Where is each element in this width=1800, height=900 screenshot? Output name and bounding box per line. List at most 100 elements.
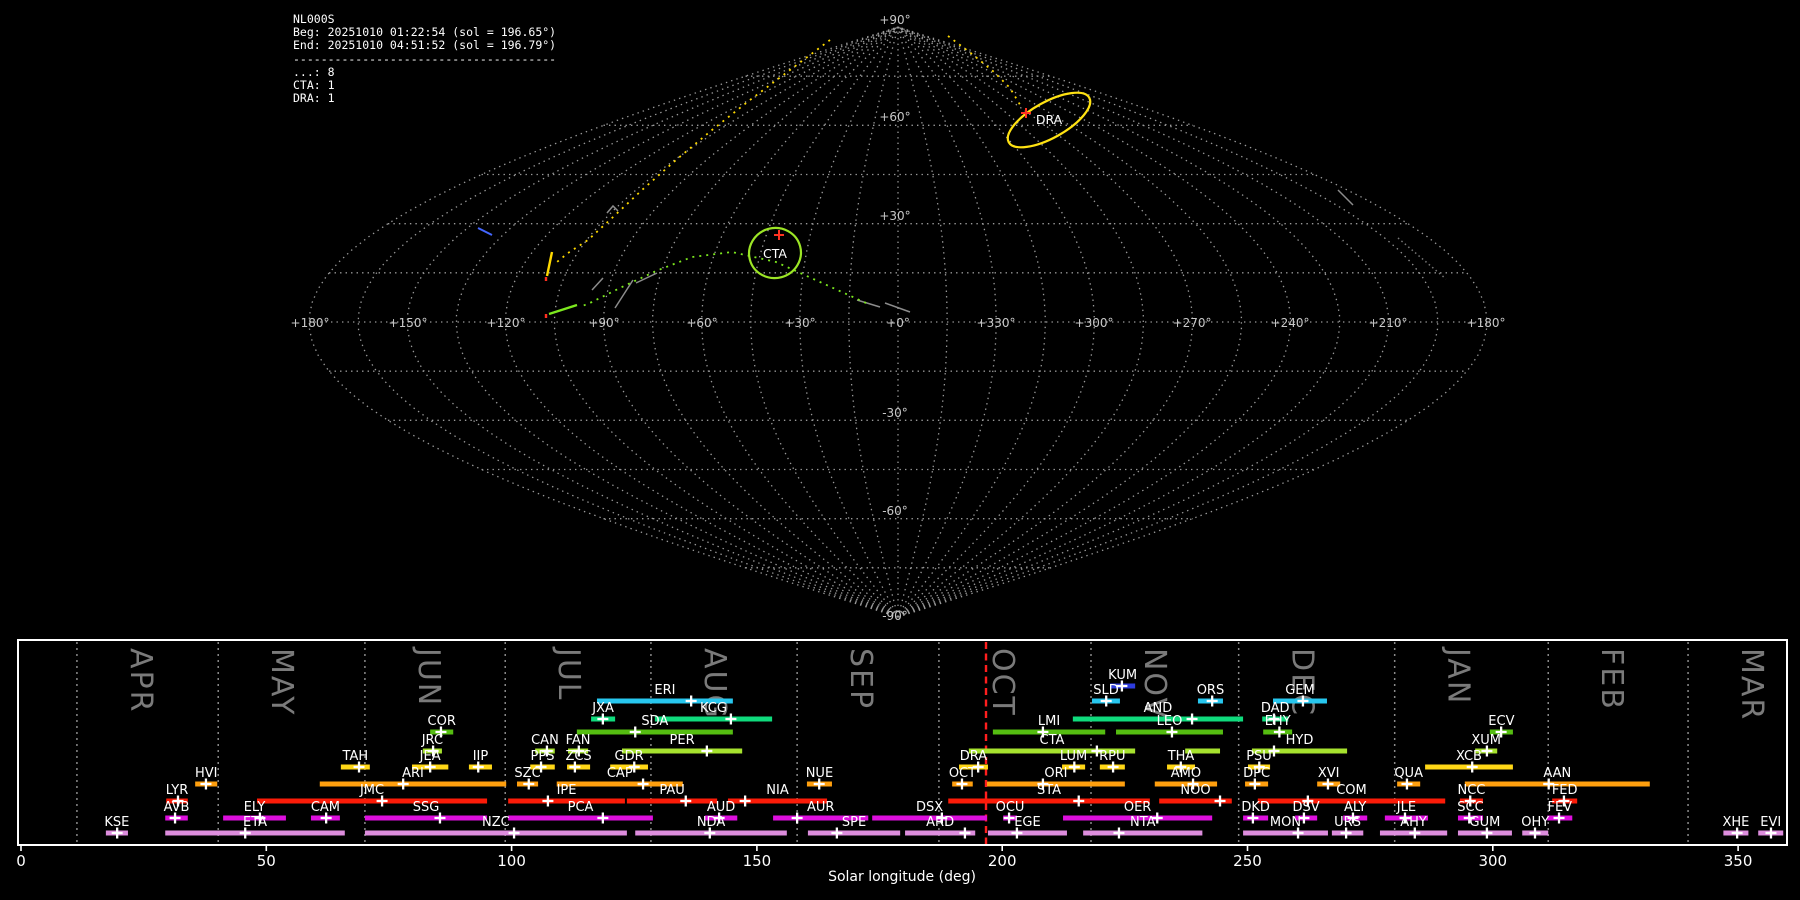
- shower-label-GDR: GDR: [615, 749, 644, 764]
- shower-label-PER: PER: [670, 733, 695, 748]
- shower-bar-SSG: [364, 815, 488, 821]
- sporadic-trail: [591, 277, 604, 291]
- shower-label-URS: URS: [1334, 815, 1361, 830]
- shower-bar-IPE: [508, 798, 625, 804]
- shower-label-AAN: AAN: [1543, 766, 1571, 781]
- map-lat-label: +30°: [879, 209, 910, 223]
- radiant-label-DRA: DRA: [1036, 112, 1063, 127]
- peak-marker-ERI: [685, 695, 697, 707]
- month-label-JAN: JAN: [1441, 646, 1476, 705]
- peak-marker-NTA: [1113, 827, 1125, 839]
- shower-label-JMC: JMC: [359, 783, 384, 798]
- shower-label-EGE: EGE: [1014, 815, 1041, 830]
- shower-label-DPC: DPC: [1243, 766, 1270, 781]
- x-axis-ticks: 0 50 100 150 200 250 300 350: [16, 845, 1752, 870]
- shower-label-ORS: ORS: [1197, 683, 1225, 698]
- map-lat-label: -90°: [882, 609, 908, 623]
- shower-bar-ETA: [165, 830, 345, 836]
- shower-label-DSX: DSX: [916, 800, 943, 815]
- map-lon-label: +30°: [784, 316, 815, 330]
- shower-label-JRC: JRC: [421, 733, 443, 748]
- shower-label-HYD: HYD: [1286, 733, 1314, 748]
- sporadic-trail: [856, 299, 881, 308]
- shower-label-EHY: EHY: [1265, 714, 1291, 729]
- shower-bar-PAU: [626, 798, 718, 804]
- shower-label-SZC: SZC: [514, 766, 540, 781]
- shower-label-COM: COM: [1336, 783, 1367, 798]
- month-label-SEP: SEP: [843, 648, 878, 710]
- sky-map-and-timeline-figure: +180° +150° +120° +90° +60° +30° +0° +330° +300°…: [16, 13, 1788, 885]
- map-lon-label: +240°: [1271, 316, 1310, 330]
- meteor-trail-dotted: [579, 251, 867, 308]
- shower-label-PAU: PAU: [659, 783, 684, 798]
- meteor-monitor-screen: +180° +150° +120° +90° +60° +30° +0° +330° +300°…: [0, 0, 1800, 900]
- shower-label-DSV: DSV: [1293, 800, 1320, 815]
- shower-label-DRA: DRA: [960, 749, 988, 764]
- tick-label: 200: [988, 852, 1017, 870]
- shower-label-SPE: SPE: [842, 815, 866, 830]
- shower-label-LEO: LEO: [1157, 714, 1183, 729]
- shower-label-QUA: QUA: [1394, 766, 1423, 781]
- sporadic-trail: [1397, 237, 1447, 280]
- peak-marker-AND: [1186, 713, 1198, 725]
- shower-label-TAH: TAH: [342, 749, 369, 764]
- map-lon-label: +300°: [1075, 316, 1114, 330]
- shower-label-ARD: ARD: [926, 815, 954, 830]
- shower-bar-EGE: [987, 830, 1067, 836]
- shower-bar-STA: [948, 798, 1150, 804]
- meteor-trail-solid: [548, 303, 578, 316]
- shower-label-PCA: PCA: [568, 800, 594, 815]
- month-label-OCT: OCT: [985, 648, 1020, 717]
- map-lat-label: +90°: [879, 13, 910, 27]
- shower-bar-PCA: [508, 815, 653, 821]
- tick-label: 0: [16, 852, 26, 870]
- shower-label-GUM: GUM: [1470, 815, 1501, 830]
- shower-label-AUD: AUD: [707, 800, 735, 815]
- shower-bar-SPE: [807, 830, 901, 836]
- shower-label-AHY: AHY: [1400, 815, 1427, 830]
- month-label-JUN: JUN: [411, 646, 446, 707]
- shower-bar-MON: [1243, 830, 1328, 836]
- shower-label-MON: MON: [1270, 815, 1301, 830]
- shower-label-LMI: LMI: [1038, 714, 1060, 729]
- tick-label: 250: [1233, 852, 1262, 870]
- shower-radiants: DRA CTA: [747, 91, 1092, 280]
- shower-bar-NTA: [1083, 830, 1203, 836]
- shower-label-ARI: ARI: [402, 766, 424, 781]
- map-lon-label: +90°: [588, 316, 619, 330]
- x-axis-title: Solar longitude (deg): [828, 869, 976, 885]
- sporadic-trail: [614, 279, 634, 309]
- shower-label-XCB: XCB: [1456, 749, 1482, 764]
- peak-marker-AUR: [791, 812, 803, 824]
- peak-marker-IPE: [542, 795, 554, 807]
- shower-label-AVB: AVB: [164, 800, 190, 815]
- map-lon-label: +270°: [1173, 316, 1212, 330]
- shower-label-KCG: KCG: [700, 701, 727, 716]
- tick-label: 350: [1724, 852, 1753, 870]
- shower-label-CAP: CAP: [607, 766, 633, 781]
- month-label-APR: APR: [123, 648, 158, 713]
- peak-marker-PER: [701, 745, 713, 757]
- peak-marker-PCA: [597, 812, 609, 824]
- map-lon-label: +150°: [389, 316, 428, 330]
- shower-bar-ARI: [319, 781, 507, 787]
- shower-label-OER: OER: [1124, 800, 1151, 815]
- shower-label-ALY: ALY: [1344, 800, 1366, 815]
- shower-bar-SDA: [576, 729, 733, 735]
- shower-label-NOO: NOO: [1180, 783, 1210, 798]
- session-info-block: NL000S Beg: 20251010 01:22:54 (sol = 196…: [293, 12, 557, 106]
- tick-label: 100: [497, 852, 526, 870]
- sporadic-trail: [635, 272, 658, 284]
- shower-label-STA: STA: [1037, 783, 1061, 798]
- map-lon-label: +180°: [1467, 316, 1506, 330]
- peak-marker-NZC: [508, 827, 520, 839]
- shower-label-AUR: AUR: [807, 800, 834, 815]
- map-lon-label: +60°: [686, 316, 717, 330]
- radiant-label-CTA: CTA: [763, 246, 787, 261]
- shower-label-ORI: ORI: [1044, 766, 1067, 781]
- shower-bar-NZC: [364, 830, 627, 836]
- map-lon-label: +0°: [886, 316, 910, 330]
- shower-label-ETA: ETA: [243, 815, 267, 830]
- shower-label-NIA: NIA: [766, 783, 789, 798]
- map-longitude-labels: +180° +150° +120° +90° +60° +30° +0° +330° +300°…: [291, 316, 1506, 330]
